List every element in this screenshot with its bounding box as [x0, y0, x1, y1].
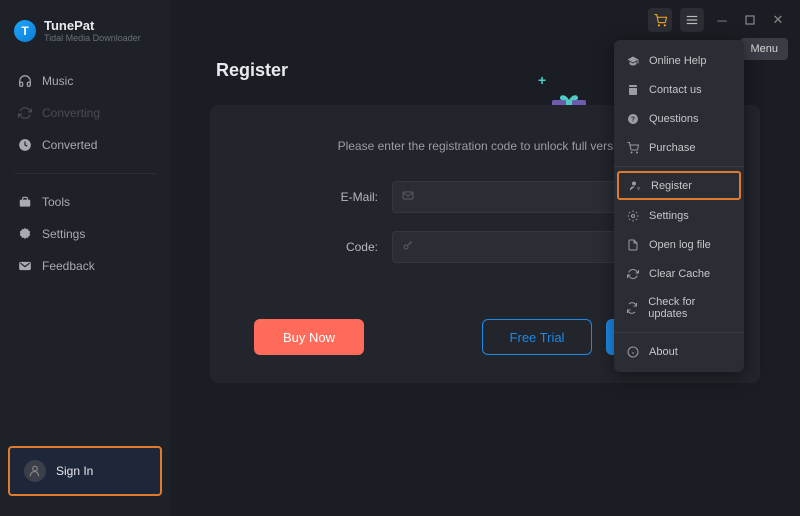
decor-plus-icon: +: [538, 72, 546, 88]
phone-icon: [626, 83, 639, 96]
free-trial-button[interactable]: Free Trial: [482, 319, 592, 355]
hamburger-menu-icon[interactable]: [680, 8, 704, 32]
menu-divider: [614, 332, 744, 333]
menu-item-settings[interactable]: Settings: [614, 201, 744, 230]
user-key-icon: [628, 179, 641, 192]
menu-label: Clear Cache: [649, 268, 710, 280]
sidebar-label: Tools: [42, 195, 70, 209]
avatar-icon: [24, 460, 46, 482]
menu-item-questions[interactable]: ? Questions: [614, 104, 744, 133]
menu-item-purchase[interactable]: Purchase: [614, 133, 744, 162]
menu-label: About: [649, 346, 678, 358]
question-icon: ?: [626, 112, 639, 125]
sidebar-item-feedback[interactable]: Feedback: [0, 250, 170, 282]
code-field[interactable]: [392, 231, 652, 263]
titlebar: ─ ✕: [636, 0, 800, 40]
refresh-icon: [18, 106, 32, 120]
menu-tooltip: Menu: [740, 38, 788, 60]
code-label: Code:: [318, 240, 378, 254]
window-close[interactable]: ✕: [768, 10, 788, 30]
sidebar-label: Music: [42, 74, 73, 88]
headphones-icon: [18, 74, 32, 88]
main-menu-dropdown: Online Help Contact us ? Questions Purch…: [614, 40, 744, 372]
menu-label: Questions: [649, 113, 699, 125]
sidebar-label: Feedback: [42, 259, 95, 273]
menu-label: Online Help: [649, 55, 706, 67]
menu-label: Register: [651, 180, 692, 192]
signin-button[interactable]: Sign In: [8, 446, 162, 496]
sidebar-item-music[interactable]: Music: [0, 65, 170, 97]
menu-item-check-updates[interactable]: Check for updates: [614, 288, 744, 328]
brand-logo-icon: T: [14, 20, 36, 42]
menu-label: Check for updates: [648, 296, 732, 320]
sidebar-label: Converting: [42, 106, 100, 120]
key-icon: [402, 240, 414, 255]
menu-label: Contact us: [649, 84, 702, 96]
menu-label: Purchase: [649, 142, 695, 154]
menu-label: Settings: [649, 210, 689, 222]
info-icon: [626, 345, 639, 358]
buy-now-button[interactable]: Buy Now: [254, 319, 364, 355]
gear-icon: [18, 227, 32, 241]
sidebar: T TunePat Tidal Media Downloader Music C…: [0, 0, 170, 516]
menu-item-contact[interactable]: Contact us: [614, 75, 744, 104]
brand-subtitle: Tidal Media Downloader: [44, 33, 141, 43]
email-label: E-Mail:: [318, 190, 378, 204]
toolbox-icon: [18, 195, 32, 209]
sidebar-item-tools[interactable]: Tools: [0, 186, 170, 218]
brand: T TunePat Tidal Media Downloader: [0, 12, 170, 59]
svg-text:?: ?: [630, 116, 634, 123]
mail-icon: [18, 259, 32, 273]
window-maximize[interactable]: [740, 10, 760, 30]
menu-item-about[interactable]: About: [614, 337, 744, 366]
cart-icon[interactable]: [648, 8, 672, 32]
menu-item-open-log[interactable]: Open log file: [614, 230, 744, 259]
sidebar-label: Settings: [42, 227, 85, 241]
cart-small-icon: [626, 141, 639, 154]
brand-name: TunePat: [44, 18, 141, 33]
menu-label: Open log file: [649, 239, 711, 251]
file-icon: [626, 238, 639, 251]
trash-icon: [626, 267, 639, 280]
menu-divider: [614, 166, 744, 167]
menu-item-online-help[interactable]: Online Help: [614, 46, 744, 75]
menu-item-register[interactable]: Register: [617, 171, 741, 200]
envelope-icon: [402, 190, 414, 205]
divider: [14, 173, 156, 174]
signin-label: Sign In: [56, 464, 93, 478]
sidebar-item-converted[interactable]: Converted: [0, 129, 170, 161]
gear-small-icon: [626, 209, 639, 222]
window-minimize[interactable]: ─: [712, 10, 732, 30]
graduation-cap-icon: [626, 54, 639, 67]
sync-icon: [626, 302, 638, 315]
menu-item-clear-cache[interactable]: Clear Cache: [614, 259, 744, 288]
sidebar-item-converting[interactable]: Converting: [0, 97, 170, 129]
clock-icon: [18, 138, 32, 152]
sidebar-item-settings[interactable]: Settings: [0, 218, 170, 250]
sidebar-label: Converted: [42, 138, 97, 152]
email-field[interactable]: [392, 181, 652, 213]
